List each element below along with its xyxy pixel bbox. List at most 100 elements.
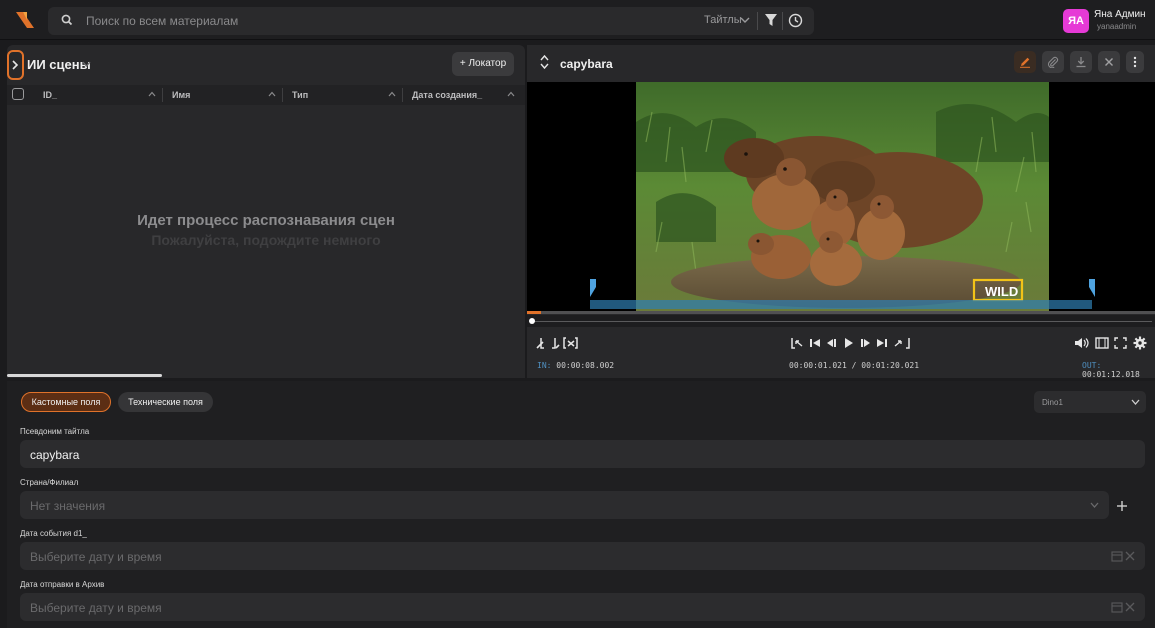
chevron-down-icon[interactable]	[82, 61, 91, 68]
attach-button[interactable]	[1042, 51, 1064, 73]
skip-to-start-icon[interactable]	[810, 339, 820, 347]
sort-icon[interactable]	[268, 91, 276, 97]
in-label: IN:	[537, 361, 552, 370]
divider	[162, 88, 163, 102]
preset-value: Dino1	[1042, 398, 1063, 407]
watermark-text: WILD	[985, 284, 1018, 299]
video-viewport[interactable]: WILD	[527, 82, 1155, 312]
current-position-timecode: 00:00:01.021 / 00:01:20.021	[789, 361, 920, 370]
edit-button[interactable]	[1014, 51, 1036, 73]
sort-icon[interactable]	[148, 91, 156, 97]
settings-gear-icon[interactable]	[1133, 336, 1147, 350]
top-bar: Тайтлы ЯА Яна Админ yanaadmin	[0, 0, 1155, 40]
expand-panel-button[interactable]	[7, 50, 24, 80]
pencil-icon	[1020, 57, 1030, 68]
step-back-icon[interactable]	[827, 339, 836, 347]
calendar-clear-icons[interactable]	[1111, 550, 1137, 562]
field-label-title-alias: Псевдоним тайтла	[20, 427, 90, 436]
country-select[interactable]: Нет значения	[20, 491, 1109, 519]
add-value-icon[interactable]	[1116, 500, 1128, 512]
horizontal-scrollbar[interactable]	[7, 374, 162, 377]
user-avatar[interactable]: ЯА	[1063, 9, 1089, 33]
title-alias-field[interactable]: capybara	[20, 440, 1145, 468]
chevron-right-icon	[12, 60, 19, 70]
history-clock-icon[interactable]	[788, 13, 803, 28]
out-point-marker[interactable]	[1089, 279, 1095, 297]
sort-icon[interactable]	[388, 91, 396, 97]
video-player-panel: capybara WILD IN: 00:00:08.002 00:00:01.…	[527, 45, 1155, 378]
user-login: yanaadmin	[1097, 22, 1137, 31]
out-time: 00:01:12.018	[1082, 370, 1140, 378]
film-strip-icon[interactable]	[1095, 337, 1109, 349]
download-icon	[1076, 57, 1086, 68]
titles-filter-dropdown[interactable]: Тайтлы	[704, 14, 742, 26]
field-label-event-date: Дата события d1_	[20, 529, 87, 538]
select-all-checkbox[interactable]	[12, 88, 24, 100]
event-date-field[interactable]: Выберите дату и время	[20, 542, 1145, 570]
archive-date-placeholder: Выберите дату и время	[30, 601, 162, 615]
calendar-clear-icons[interactable]	[1111, 601, 1137, 613]
chevron-down-icon	[1131, 399, 1140, 405]
search-bar: Тайтлы	[48, 7, 814, 35]
close-icon	[1105, 58, 1113, 66]
app-logo[interactable]	[14, 10, 36, 30]
transport-controls	[789, 335, 913, 351]
metadata-panel: Кастомные поля Технические поля Dino1 Пс…	[7, 381, 1155, 628]
set-in-out-icon[interactable]	[535, 335, 579, 351]
event-date-placeholder: Выберите дату и время	[30, 550, 162, 564]
fullscreen-icon[interactable]	[1114, 337, 1127, 349]
sort-icon[interactable]	[507, 91, 515, 97]
kebab-menu-icon	[1133, 56, 1137, 68]
in-time: 00:00:08.002	[556, 361, 615, 370]
timeline-scrubber[interactable]	[527, 315, 1155, 327]
column-header-id[interactable]: ID_	[43, 90, 57, 100]
field-label-country: Страна/Филиал	[20, 478, 79, 487]
in-point-marker[interactable]	[590, 279, 596, 297]
skip-to-end-icon[interactable]	[877, 339, 887, 347]
player-header: capybara	[527, 45, 1155, 81]
media-title: capybara	[560, 57, 613, 71]
column-header-created[interactable]: Дата создания_	[412, 90, 482, 100]
search-input[interactable]	[86, 12, 686, 30]
in-out-controls	[535, 335, 579, 351]
divider	[782, 12, 783, 30]
filter-icon[interactable]	[765, 14, 777, 27]
title-alias-value: capybara	[30, 448, 80, 462]
download-button[interactable]	[1070, 51, 1092, 73]
paperclip-icon	[1048, 56, 1059, 68]
close-button[interactable]	[1098, 51, 1120, 73]
empty-state-title: Идет процесс распознавания сцен	[137, 212, 395, 229]
user-name[interactable]: Яна Админ	[1094, 9, 1146, 20]
tab-technical-fields[interactable]: Технические поля	[118, 392, 213, 412]
in-timecode: IN: 00:00:08.002	[537, 361, 614, 370]
play-icon[interactable]	[845, 338, 853, 348]
empty-state-subtitle: Пожалуйста, подождите немного	[151, 232, 381, 248]
playback-progress[interactable]	[527, 311, 1155, 314]
ai-scenes-panel: ИИ сцены + Локатор ID_ Имя Тип Дата созд…	[7, 45, 525, 378]
divider	[757, 12, 758, 30]
column-header-name[interactable]: Имя	[172, 90, 190, 100]
out-label: OUT:	[1082, 361, 1102, 370]
table-header: ID_ Имя Тип Дата создания_	[7, 85, 525, 105]
chevron-down-icon[interactable]	[740, 16, 750, 24]
go-to-out-icon[interactable]	[894, 338, 910, 349]
preset-select[interactable]: Dino1	[1034, 391, 1146, 413]
archive-date-field[interactable]: Выберите дату и время	[20, 593, 1145, 621]
go-to-in-icon[interactable]	[791, 338, 803, 349]
video-frame[interactable]: WILD	[636, 82, 1049, 312]
volume-icon[interactable]	[1075, 338, 1089, 348]
divider	[282, 88, 283, 102]
view-controls	[1074, 335, 1150, 351]
country-placeholder: Нет значения	[30, 499, 106, 513]
column-header-type[interactable]: Тип	[292, 90, 308, 100]
tab-custom-fields[interactable]: Кастомные поля	[21, 392, 111, 412]
step-forward-icon[interactable]	[861, 339, 870, 347]
more-options-button[interactable]	[1126, 51, 1144, 73]
add-locator-button[interactable]: + Локатор	[452, 52, 514, 76]
playhead[interactable]	[529, 318, 535, 324]
divider	[402, 88, 403, 102]
chevron-down-icon	[1090, 502, 1099, 508]
search-icon	[61, 14, 73, 26]
selection-range	[590, 300, 1092, 309]
switch-media-icon[interactable]	[540, 54, 549, 70]
